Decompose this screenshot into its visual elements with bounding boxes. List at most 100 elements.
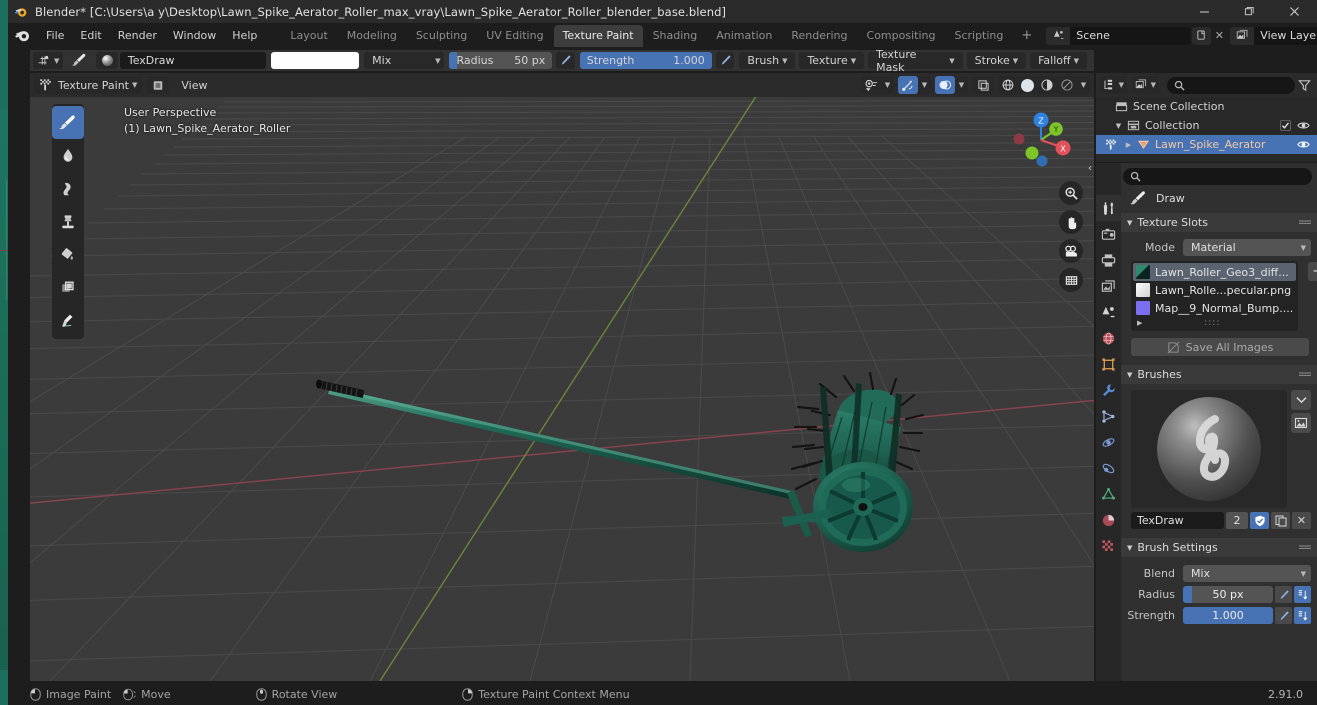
new-scene-button[interactable] <box>1192 26 1212 45</box>
interaction-mode-selector[interactable]: Texture Paint ▼ <box>34 76 143 94</box>
gizmo-icon[interactable] <box>898 76 918 94</box>
xray-toggle[interactable] <box>972 76 994 94</box>
workspace-tab-shading[interactable]: Shading <box>644 25 707 47</box>
add-workspace-button[interactable]: + <box>1013 28 1040 43</box>
properties-tab-physics[interactable] <box>1096 429 1121 455</box>
chevron-down-icon[interactable]: ▼ <box>1077 76 1090 94</box>
workspace-tab-rendering[interactable]: Rendering <box>782 25 856 47</box>
unlink-scene-button[interactable]: ✕ <box>1211 27 1227 45</box>
blender-menu-icon[interactable] <box>14 27 31 44</box>
tool-mask[interactable] <box>52 271 84 304</box>
eye-icon[interactable] <box>1297 139 1310 150</box>
properties-tab-texture[interactable] <box>1096 533 1121 559</box>
save-all-images-button[interactable]: Save All Images <box>1131 338 1309 356</box>
expand-triangle-icon[interactable]: ▼ <box>1112 122 1125 130</box>
expand-triangle-icon[interactable]: ▶ <box>1137 319 1142 327</box>
eye-icon[interactable] <box>1297 120 1310 131</box>
viewlayer-selector[interactable]: View Layer <box>1230 26 1317 45</box>
3d-viewport[interactable]: User Perspective (1) Lawn_Spike_Aerator_… <box>30 97 1094 681</box>
unlink-brush-button[interactable]: ✕ <box>1292 512 1311 529</box>
texture-slot-row[interactable]: Lawn_Roller_Geo3_diff... <box>1133 263 1297 281</box>
popover-brush[interactable]: Brush ▼ <box>739 52 796 69</box>
solid-icon[interactable] <box>1021 78 1034 92</box>
workspace-tab-modeling[interactable]: Modeling <box>338 25 406 47</box>
panel-header-brushes[interactable]: ▼ Brushes <box>1121 365 1317 384</box>
properties-tab-render[interactable] <box>1096 221 1121 247</box>
pressure-pen-icon[interactable] <box>1275 607 1292 624</box>
tool-draw[interactable] <box>52 106 84 139</box>
minimize-button[interactable] <box>1182 0 1227 23</box>
menu-render[interactable]: Render <box>110 26 165 45</box>
workspace-tab-uv-editing[interactable]: UV Editing <box>477 25 552 47</box>
overlays-icon[interactable] <box>935 76 955 94</box>
resize-grip[interactable]: :::: <box>1204 318 1220 328</box>
texture-slot-mode-select[interactable]: Material ▼ <box>1183 239 1311 256</box>
panel-header-texture-slots[interactable]: ▼ Texture Slots <box>1121 213 1317 232</box>
brush-radius-slider[interactable]: 50 px <box>1183 586 1273 603</box>
properties-search-input[interactable] <box>1123 167 1312 185</box>
outliner-search-input[interactable] <box>1167 76 1295 94</box>
outliner-row-scene-collection[interactable]: Scene Collection <box>1096 97 1317 116</box>
blend-mode-select[interactable]: Mix ▼ <box>364 52 445 69</box>
properties-tab-world[interactable] <box>1096 325 1121 351</box>
radius-slider[interactable]: Radius 50 px <box>449 52 553 69</box>
maximize-button[interactable] <box>1227 0 1272 23</box>
wireframe-icon[interactable] <box>998 76 1018 94</box>
properties-tab-constraints[interactable] <box>1096 455 1121 481</box>
visibility-icon[interactable] <box>861 76 881 94</box>
texture-slot-row[interactable]: Lawn_Rolle...pecular.png <box>1133 281 1296 299</box>
brush-blend-select[interactable]: Mix ▼ <box>1183 565 1311 582</box>
workspace-tab-layout[interactable]: Layout <box>281 25 336 47</box>
xray-icon[interactable] <box>973 76 993 94</box>
expand-triangle-icon[interactable]: ▶ <box>1122 141 1135 149</box>
overlays-popover[interactable]: ▼ <box>935 76 968 94</box>
popover-stroke[interactable]: Stroke ▼ <box>966 52 1027 69</box>
shield-icon[interactable] <box>1250 512 1269 529</box>
tool-fill[interactable] <box>52 238 84 271</box>
properties-tab-modifier[interactable] <box>1096 377 1121 403</box>
menu-file[interactable]: File <box>38 26 72 45</box>
menu-help[interactable]: Help <box>224 26 265 45</box>
workspace-tab-animation[interactable]: Animation <box>707 25 781 47</box>
display-mode-selector[interactable]: ▼ <box>1100 76 1127 94</box>
filter-id-selector[interactable]: ▼ <box>1132 76 1159 94</box>
filter-funnel-icon[interactable] <box>1298 79 1313 92</box>
navigation-gizmo[interactable]: Z Y X <box>1010 109 1072 171</box>
pan-hand-icon[interactable] <box>1059 210 1083 234</box>
rendered-icon[interactable] <box>1057 76 1077 94</box>
chevron-down-icon[interactable]: ▼ <box>918 76 931 94</box>
close-button[interactable] <box>1272 0 1317 23</box>
properties-tab-material[interactable] <box>1096 507 1121 533</box>
collection-checkbox[interactable] <box>1280 120 1291 131</box>
brush-falloff-icon[interactable]: ▼ <box>33 52 64 69</box>
chevron-down-icon[interactable]: ▼ <box>881 76 894 94</box>
region-toggle-arrow[interactable]: ‹ <box>1088 163 1092 174</box>
brush-sphere-preview[interactable] <box>96 52 118 69</box>
outliner-row-collection[interactable]: ▼ Collection <box>1096 116 1317 135</box>
menu-window[interactable]: Window <box>165 26 224 45</box>
add-texture-slot-button[interactable]: + <box>1308 262 1317 281</box>
chevron-down-icon[interactable]: ▼ <box>955 76 968 94</box>
material-preview-icon[interactable] <box>1037 76 1057 94</box>
brush-strength-slider[interactable]: 1.000 <box>1183 607 1273 624</box>
outliner-row-lawn-spike-aerator[interactable]: ▶ Lawn_Spike_Aerator <box>1096 135 1317 154</box>
canvas-image-icon[interactable] <box>147 76 170 94</box>
workspace-tab-compositing[interactable]: Compositing <box>858 25 945 47</box>
workspace-tab-scripting[interactable]: Scripting <box>945 25 1012 47</box>
tool-clone[interactable] <box>52 205 84 238</box>
unified-settings-icon[interactable] <box>1294 586 1311 603</box>
tool-annotate[interactable] <box>52 304 84 337</box>
properties-tab-view-layer[interactable] <box>1096 273 1121 299</box>
camera-view-icon[interactable] <box>1059 239 1083 263</box>
copy-icon[interactable] <box>1271 512 1290 529</box>
workspace-tab-texture-paint[interactable]: Texture Paint <box>553 24 643 47</box>
brush-datablock-name[interactable]: TexDraw <box>1131 512 1224 529</box>
properties-tab-particles[interactable] <box>1096 403 1121 429</box>
properties-tab-tool[interactable] <box>1096 195 1121 221</box>
viewport-menu-view[interactable]: View <box>174 77 214 94</box>
visibility-popover[interactable]: ▼ <box>861 76 894 94</box>
brush-users-count[interactable]: 2 <box>1226 512 1248 529</box>
zoom-icon[interactable] <box>1059 181 1083 205</box>
properties-tab-scene[interactable] <box>1096 299 1121 325</box>
popover-texture-mask[interactable]: Texture Mask ▼ <box>868 48 963 74</box>
